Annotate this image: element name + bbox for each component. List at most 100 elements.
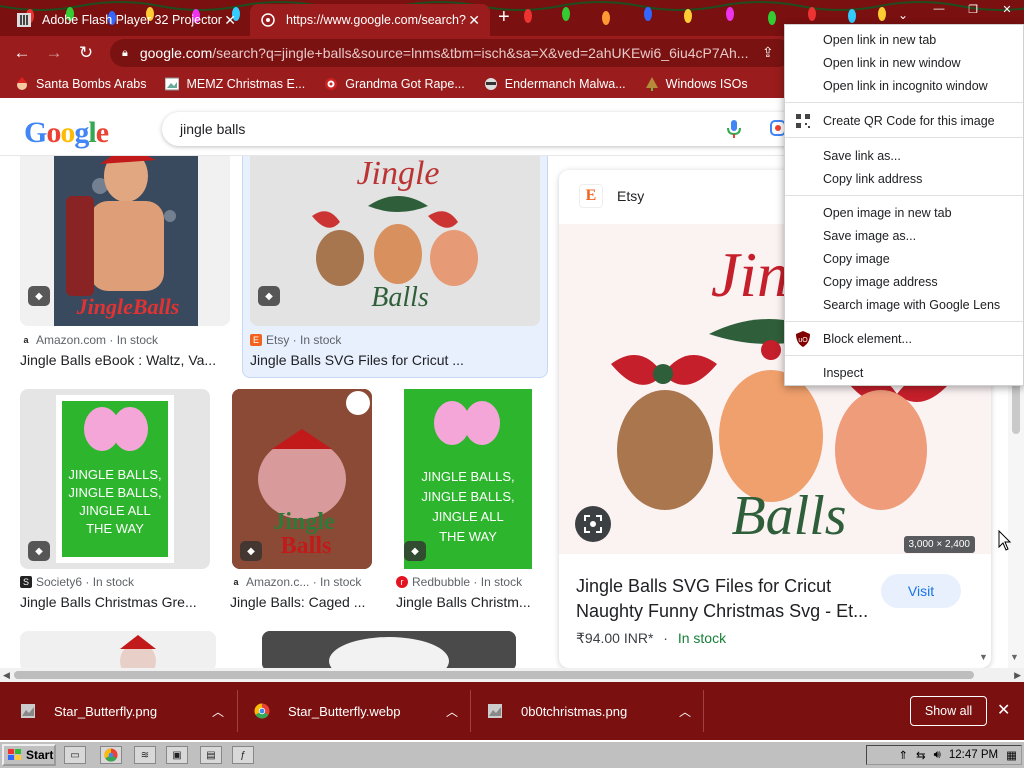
address-bar[interactable]: 🔒︎ google.com/search?q=jingle+balls&sour… <box>110 39 792 67</box>
result-thumbnail[interactable] <box>262 631 516 668</box>
download-item[interactable]: Star_Butterfly.png ︿ <box>20 690 224 732</box>
menu-item-inspect[interactable]: Inspect <box>785 362 1023 384</box>
notification-icon[interactable]: ▦ <box>1006 748 1017 762</box>
panel-title[interactable]: Jingle Balls SVG Files for Cricut Naught… <box>576 574 876 624</box>
result-thumbnail[interactable]: JINGLE BALLS, JINGLE BALLS, JINGLE ALL T… <box>396 389 540 569</box>
result-source[interactable]: a Amazon.c... · In stock <box>230 575 361 589</box>
back-button[interactable]: ← <box>10 41 34 65</box>
menu-item-save-image-as[interactable]: Save image as... <box>785 225 1023 247</box>
bookmark-label: Grandma Got Rape... <box>345 77 465 91</box>
visit-button[interactable]: Visit <box>881 574 961 608</box>
explorer-taskbar-icon[interactable]: ▤ <box>200 746 222 764</box>
result-title[interactable]: Jingle Balls: Caged ... <box>230 594 365 610</box>
menu-item-block-element[interactable]: uO Block element... <box>785 328 1023 350</box>
lock-icon[interactable]: 🔒︎ <box>122 47 128 60</box>
scroll-down-arrow-icon[interactable]: ▼ <box>1010 652 1019 662</box>
result-thumbnail[interactable] <box>20 631 216 668</box>
product-tag-icon: ◆ <box>240 541 262 561</box>
jingle-balls-svg-image: Jingle Balls <box>250 156 540 326</box>
result-title[interactable]: Jingle Balls Christmas Gre... <box>20 594 197 610</box>
start-button[interactable]: Start <box>2 744 56 766</box>
download-item[interactable]: 0b0tchristmas.png ︿ <box>487 690 691 732</box>
result-source[interactable]: a Amazon.com · In stock <box>20 333 158 347</box>
chevron-up-icon[interactable]: ︿ <box>212 703 224 720</box>
show-all-downloads-button[interactable]: Show all <box>910 696 987 726</box>
result-thumbnail[interactable]: JINGLE BALLS, JINGLE BALLS, JINGLE ALL T… <box>20 389 210 569</box>
download-item[interactable]: Star_Butterfly.webp ︿ <box>254 690 458 732</box>
result-title[interactable]: Jingle Balls SVG Files for Cricut ... <box>250 352 464 368</box>
result-title[interactable]: Jingle Balls Christm... <box>396 594 531 610</box>
app-taskbar-icon[interactable]: ≋ <box>134 746 156 764</box>
menu-item-open-link-incognito[interactable]: Open link in incognito window <box>785 75 1023 97</box>
minimize-button[interactable]: — <box>922 0 956 18</box>
result-source[interactable]: E Etsy · In stock <box>250 333 341 347</box>
result-thumbnail[interactable]: Jingle Balls ◆ <box>232 389 372 569</box>
menu-item-copy-link-address[interactable]: Copy link address <box>785 168 1023 190</box>
tab-title: Adobe Flash Player 32 Projector <box>42 13 222 27</box>
forward-button[interactable]: → <box>42 41 66 65</box>
menu-item-search-google-lens[interactable]: Search image with Google Lens <box>785 294 1023 316</box>
bookmark-item[interactable]: Santa Bombs Arabs <box>14 76 146 92</box>
reload-button[interactable]: ↻ <box>74 41 98 65</box>
result-source[interactable]: S Society6 · In stock <box>20 575 134 589</box>
divider <box>237 690 238 732</box>
result-thumbnail[interactable]: JingleBalls ◆ <box>20 156 230 326</box>
bookmark-item[interactable]: Grandma Got Rape... <box>323 76 465 92</box>
show-desktop-icon[interactable]: ▭ <box>64 746 86 764</box>
menu-item-save-link-as[interactable]: Save link as... <box>785 145 1023 167</box>
menu-item-open-link-new-tab[interactable]: Open link in new tab <box>785 29 1023 51</box>
book-cover-title: JingleBalls <box>76 294 180 319</box>
app-taskbar-icon[interactable]: ▣ <box>166 746 188 764</box>
price: ₹94.00 INR* <box>576 630 654 646</box>
scroll-down-arrow-icon[interactable]: ▼ <box>979 652 988 662</box>
etsy-icon: E <box>579 184 603 208</box>
bookmark-item[interactable]: Windows ISOs <box>644 76 748 92</box>
scroll-thumb[interactable] <box>14 671 974 679</box>
result-source[interactable]: r Redbubble · In stock <box>396 575 522 589</box>
tab-close-icon[interactable]: ✕ <box>224 12 236 29</box>
result-thumbnail[interactable]: Jingle Balls ◆ <box>250 156 540 326</box>
close-window-button[interactable]: ✕ <box>990 0 1024 18</box>
google-doodle-logo[interactable]: Google <box>24 116 109 150</box>
menu-divider <box>785 195 1023 196</box>
menu-item-copy-image[interactable]: Copy image <box>785 248 1023 270</box>
image-icon <box>164 76 180 92</box>
svg-text:Balls: Balls <box>371 282 429 313</box>
chevron-up-icon[interactable]: ︿ <box>446 703 458 720</box>
share-icon[interactable]: ⇪ <box>762 44 774 61</box>
search-input[interactable]: jingle balls <box>162 112 802 146</box>
result-title[interactable]: Jingle Balls eBook : Waltz, Va... <box>20 352 216 368</box>
google-lens-button[interactable] <box>575 506 611 542</box>
new-tab-button[interactable]: + <box>498 6 510 29</box>
scroll-left-arrow-icon[interactable]: ◀ <box>3 670 10 681</box>
redbubble-icon: r <box>396 576 408 588</box>
system-tray: ⇑ ⇆ 🔊︎ 12:47 PM ▦ <box>866 745 1022 765</box>
horizontal-scrollbar[interactable]: ◀ ▶ <box>0 668 1024 682</box>
chrome-taskbar-icon[interactable] <box>100 746 122 764</box>
clock[interactable]: 12:47 PM <box>949 749 998 761</box>
scroll-right-arrow-icon[interactable]: ▶ <box>1014 670 1021 681</box>
menu-item-copy-image-address[interactable]: Copy image address <box>785 271 1023 293</box>
bookmark-label: Windows ISOs <box>665 77 748 91</box>
menu-divider <box>785 355 1023 356</box>
chevron-up-icon[interactable]: ︿ <box>679 703 691 720</box>
tab-google-search[interactable]: https://www.google.com/search? ✕ <box>250 4 490 36</box>
bookmark-item[interactable]: MEMZ Christmas E... <box>164 76 305 92</box>
menu-item-open-link-new-window[interactable]: Open link in new window <box>785 52 1023 74</box>
menu-item-create-qr-code[interactable]: Create QR Code for this image <box>785 110 1023 132</box>
volume-icon[interactable]: 🔊︎ <box>934 749 941 762</box>
tab-search-chevron-icon[interactable]: ⌄ <box>898 8 908 22</box>
tray-arrow-icon[interactable]: ⇑ <box>898 748 908 762</box>
bookmark-item[interactable]: Endermanch Malwa... <box>483 76 626 92</box>
close-shelf-icon[interactable]: ✕ <box>997 700 1010 720</box>
mic-icon[interactable] <box>727 120 741 141</box>
svg-text:JINGLE BALLS,: JINGLE BALLS, <box>68 467 161 482</box>
taskbar: Start ▭ ≋ ▣ ▤ ƒ ⇑ ⇆ 🔊︎ 12:47 PM ▦ <box>0 740 1024 768</box>
menu-item-open-image-new-tab[interactable]: Open image in new tab <box>785 202 1023 224</box>
tab-flash-player[interactable]: Adobe Flash Player 32 Projector ✕ <box>6 4 246 36</box>
panel-source[interactable]: E Etsy <box>579 184 644 208</box>
flash-taskbar-icon[interactable]: ƒ <box>232 746 254 764</box>
restore-button[interactable]: ❐ <box>956 0 990 18</box>
network-icon[interactable]: ⇆ <box>916 748 926 762</box>
tab-close-icon[interactable]: ✕ <box>468 12 480 29</box>
